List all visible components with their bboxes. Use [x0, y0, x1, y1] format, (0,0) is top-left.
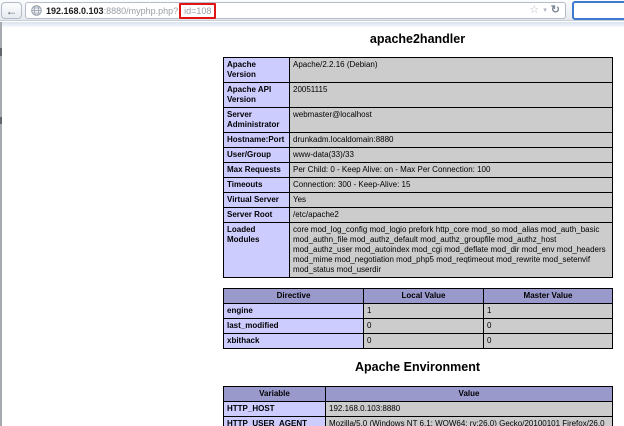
row-label-cell: Hostname:Port — [224, 133, 290, 148]
row-label-cell: Virtual Server — [224, 193, 290, 208]
search-box-partial[interactable] — [572, 1, 624, 20]
row-value-cell: 192.168.0.103:8880 — [326, 402, 613, 417]
row-label-cell: Loaded Modules — [224, 223, 290, 278]
row-value-cell: Connection: 300 - Keep-Alive: 15 — [290, 178, 613, 193]
window-left-border — [0, 22, 2, 426]
directives-table: DirectiveLocal ValueMaster Valueengine11… — [223, 288, 613, 349]
page-content: apache2handler Apache VersionApache/2.2.… — [223, 27, 612, 426]
bookmark-star-icon[interactable]: ☆ — [529, 5, 539, 16]
column-header: Value — [326, 387, 613, 402]
row-label-cell: Server Root — [224, 208, 290, 223]
table-row: engine11 — [224, 304, 613, 319]
row-label-cell: Apache Version — [224, 58, 290, 83]
column-header: Master Value — [484, 289, 613, 304]
row-label-cell: engine — [224, 304, 364, 319]
row-label-cell: last_modified — [224, 319, 364, 334]
table-row: Hostname:Portdrunkadm.localdomain:8880 — [224, 133, 613, 148]
browser-window: ← 192.168.0.103:8880/myphp.php?id=108 ☆ … — [0, 0, 624, 426]
row-value-cell: 0 — [484, 334, 613, 349]
row-value-cell: Mozilla/5.0 (Windows NT 6.1; WOW64; rv:2… — [326, 417, 613, 426]
row-label-cell: Timeouts — [224, 178, 290, 193]
row-value-cell: Yes — [290, 193, 613, 208]
address-bar[interactable]: 192.168.0.103:8880/myphp.php?id=108 ☆ ▾ … — [25, 2, 566, 19]
apache-config-table: Apache VersionApache/2.2.16 (Debian)Apac… — [223, 57, 613, 278]
browser-toolbar: ← 192.168.0.103:8880/myphp.php?id=108 ☆ … — [0, 0, 624, 21]
globe-icon — [31, 5, 42, 16]
row-value-cell: webmaster@localhost — [290, 108, 613, 133]
row-value-cell: 0 — [364, 334, 484, 349]
row-label-cell: Server Administrator — [224, 108, 290, 133]
column-header: Directive — [224, 289, 364, 304]
url-host: 192.168.0.103 — [46, 6, 104, 16]
table-row: User/Groupwww-data(33)/33 — [224, 148, 613, 163]
row-value-cell: Per Child: 0 - Keep Alive: on - Max Per … — [290, 163, 613, 178]
url-path: :8880/myphp.php? — [104, 6, 179, 16]
table-row: TimeoutsConnection: 300 - Keep-Alive: 15 — [224, 178, 613, 193]
row-value-cell: /etc/apache2 — [290, 208, 613, 223]
row-value-cell: 1 — [364, 304, 484, 319]
column-header: Variable — [224, 387, 326, 402]
row-value-cell: 1 — [484, 304, 613, 319]
header-row: VariableValue — [224, 387, 613, 402]
reload-icon[interactable]: ↻ — [551, 5, 560, 16]
row-value-cell: 20051115 — [290, 83, 613, 108]
column-header: Local Value — [364, 289, 484, 304]
row-value-cell: core mod_log_config mod_logio prefork ht… — [290, 223, 613, 278]
table-row: HTTP_HOST192.168.0.103:8880 — [224, 402, 613, 417]
back-button[interactable]: ← — [1, 2, 22, 19]
row-label-cell: xbithack — [224, 334, 364, 349]
table-row: Server Root/etc/apache2 — [224, 208, 613, 223]
table-row: last_modified00 — [224, 319, 613, 334]
row-value-cell: drunkadm.localdomain:8880 — [290, 133, 613, 148]
window-edge-mark — [0, 117, 2, 124]
row-label-cell: HTTP_HOST — [224, 402, 326, 417]
table-row: HTTP_USER_AGENTMozilla/5.0 (Windows NT 6… — [224, 417, 613, 426]
row-value-cell: www-data(33)/33 — [290, 148, 613, 163]
table-row: Apache VersionApache/2.2.16 (Debian) — [224, 58, 613, 83]
page-title: apache2handler — [223, 33, 612, 46]
url-highlight-text: id=108 — [184, 6, 211, 16]
table-row: Virtual ServerYes — [224, 193, 613, 208]
url-text: 192.168.0.103:8880/myphp.php? id=108 — [46, 6, 216, 16]
row-label-cell: Apache API Version — [224, 83, 290, 108]
dropdown-caret-icon[interactable]: ▾ — [543, 7, 547, 14]
back-arrow-icon: ← — [6, 5, 18, 17]
row-value-cell: 0 — [484, 319, 613, 334]
url-highlight-annotation: id=108 — [179, 3, 216, 19]
row-value-cell: Apache/2.2.16 (Debian) — [290, 58, 613, 83]
row-value-cell: 0 — [364, 319, 484, 334]
row-label-cell: HTTP_USER_AGENT — [224, 417, 326, 426]
row-label-cell: Max Requests — [224, 163, 290, 178]
window-edge-mark — [0, 48, 2, 56]
table-row: Server Administratorwebmaster@localhost — [224, 108, 613, 133]
table-row: xbithack00 — [224, 334, 613, 349]
environment-heading: Apache Environment — [223, 361, 612, 374]
environment-table: VariableValueHTTP_HOST192.168.0.103:8880… — [223, 386, 613, 426]
header-row: DirectiveLocal ValueMaster Value — [224, 289, 613, 304]
row-label-cell: User/Group — [224, 148, 290, 163]
table-row: Loaded Modulescore mod_log_config mod_lo… — [224, 223, 613, 278]
table-row: Max RequestsPer Child: 0 - Keep Alive: o… — [224, 163, 613, 178]
table-row: Apache API Version20051115 — [224, 83, 613, 108]
